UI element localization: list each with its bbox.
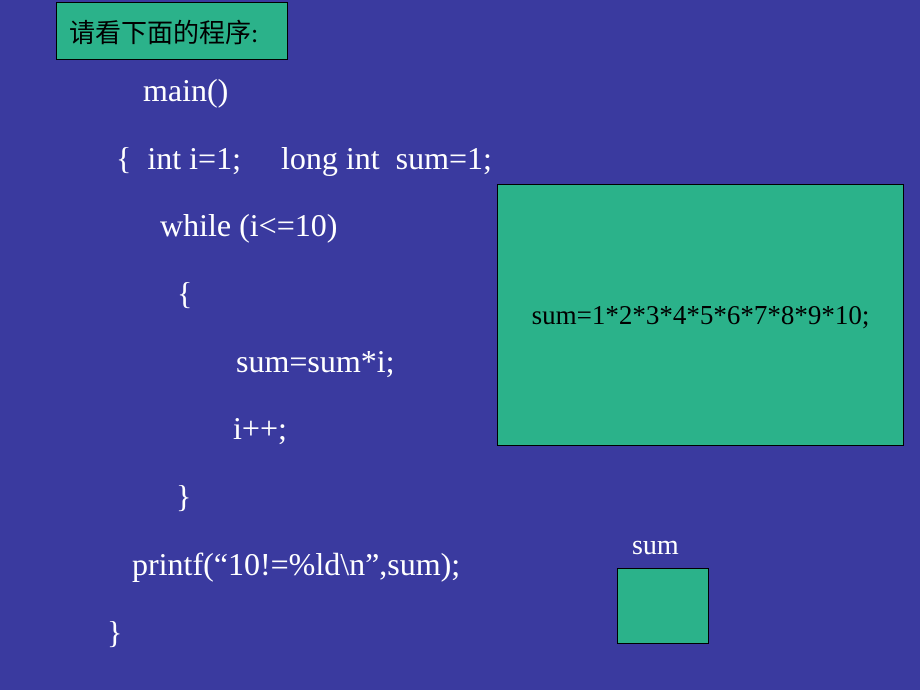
explanation-box: sum=1*2*3*4*5*6*7*8*9*10;	[497, 184, 904, 446]
code-line-3: while (i<=10)	[160, 207, 337, 244]
code-line-4: {	[177, 275, 192, 312]
code-line-6: i++;	[233, 410, 287, 447]
header-text: 请看下面的程序:	[69, 13, 258, 50]
code-line-7: }	[176, 478, 191, 515]
code-line-1: main()	[143, 72, 228, 109]
code-line-8: printf(“10!=%ld\n”,sum);	[132, 546, 460, 583]
code-line-2: { int i=1; long int sum=1;	[116, 140, 492, 177]
explanation-text: sum=1*2*3*4*5*6*7*8*9*10;	[532, 300, 870, 331]
sum-value-box	[617, 568, 709, 644]
header-box: 请看下面的程序:	[56, 2, 288, 60]
code-line-9: }	[107, 614, 122, 651]
sum-label: sum	[632, 530, 679, 562]
code-line-5: sum=sum*i;	[236, 343, 395, 380]
